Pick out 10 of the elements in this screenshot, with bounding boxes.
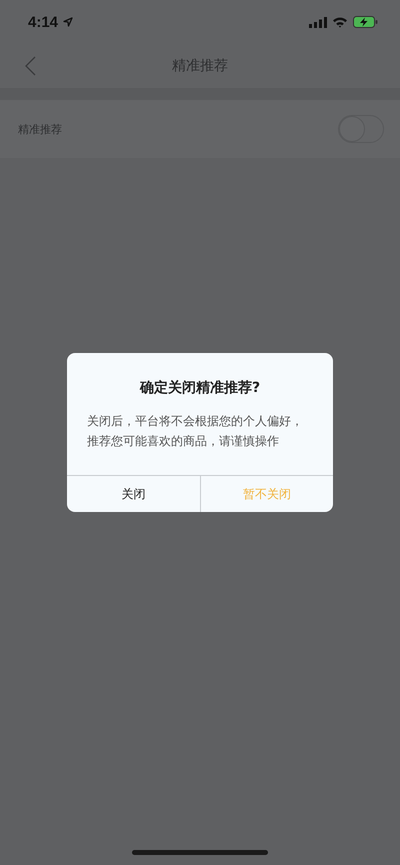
home-indicator[interactable] bbox=[132, 850, 268, 855]
status-time: 4:14 bbox=[28, 14, 58, 30]
battery-charging-icon bbox=[353, 16, 378, 28]
dialog-button[interactable]: 关闭 bbox=[67, 476, 200, 512]
location-arrow-icon bbox=[63, 17, 74, 27]
signal-icon bbox=[309, 16, 327, 28]
back-icon[interactable] bbox=[25, 56, 36, 76]
dialog-message: 关闭后，平台将不会根据您的个人偏好，推荐您可能喜欢的商品，请谨慎操作 bbox=[86, 413, 304, 450]
dialog-title: 确定关闭精准推荐? bbox=[138, 379, 262, 397]
wifi-icon bbox=[332, 16, 348, 28]
